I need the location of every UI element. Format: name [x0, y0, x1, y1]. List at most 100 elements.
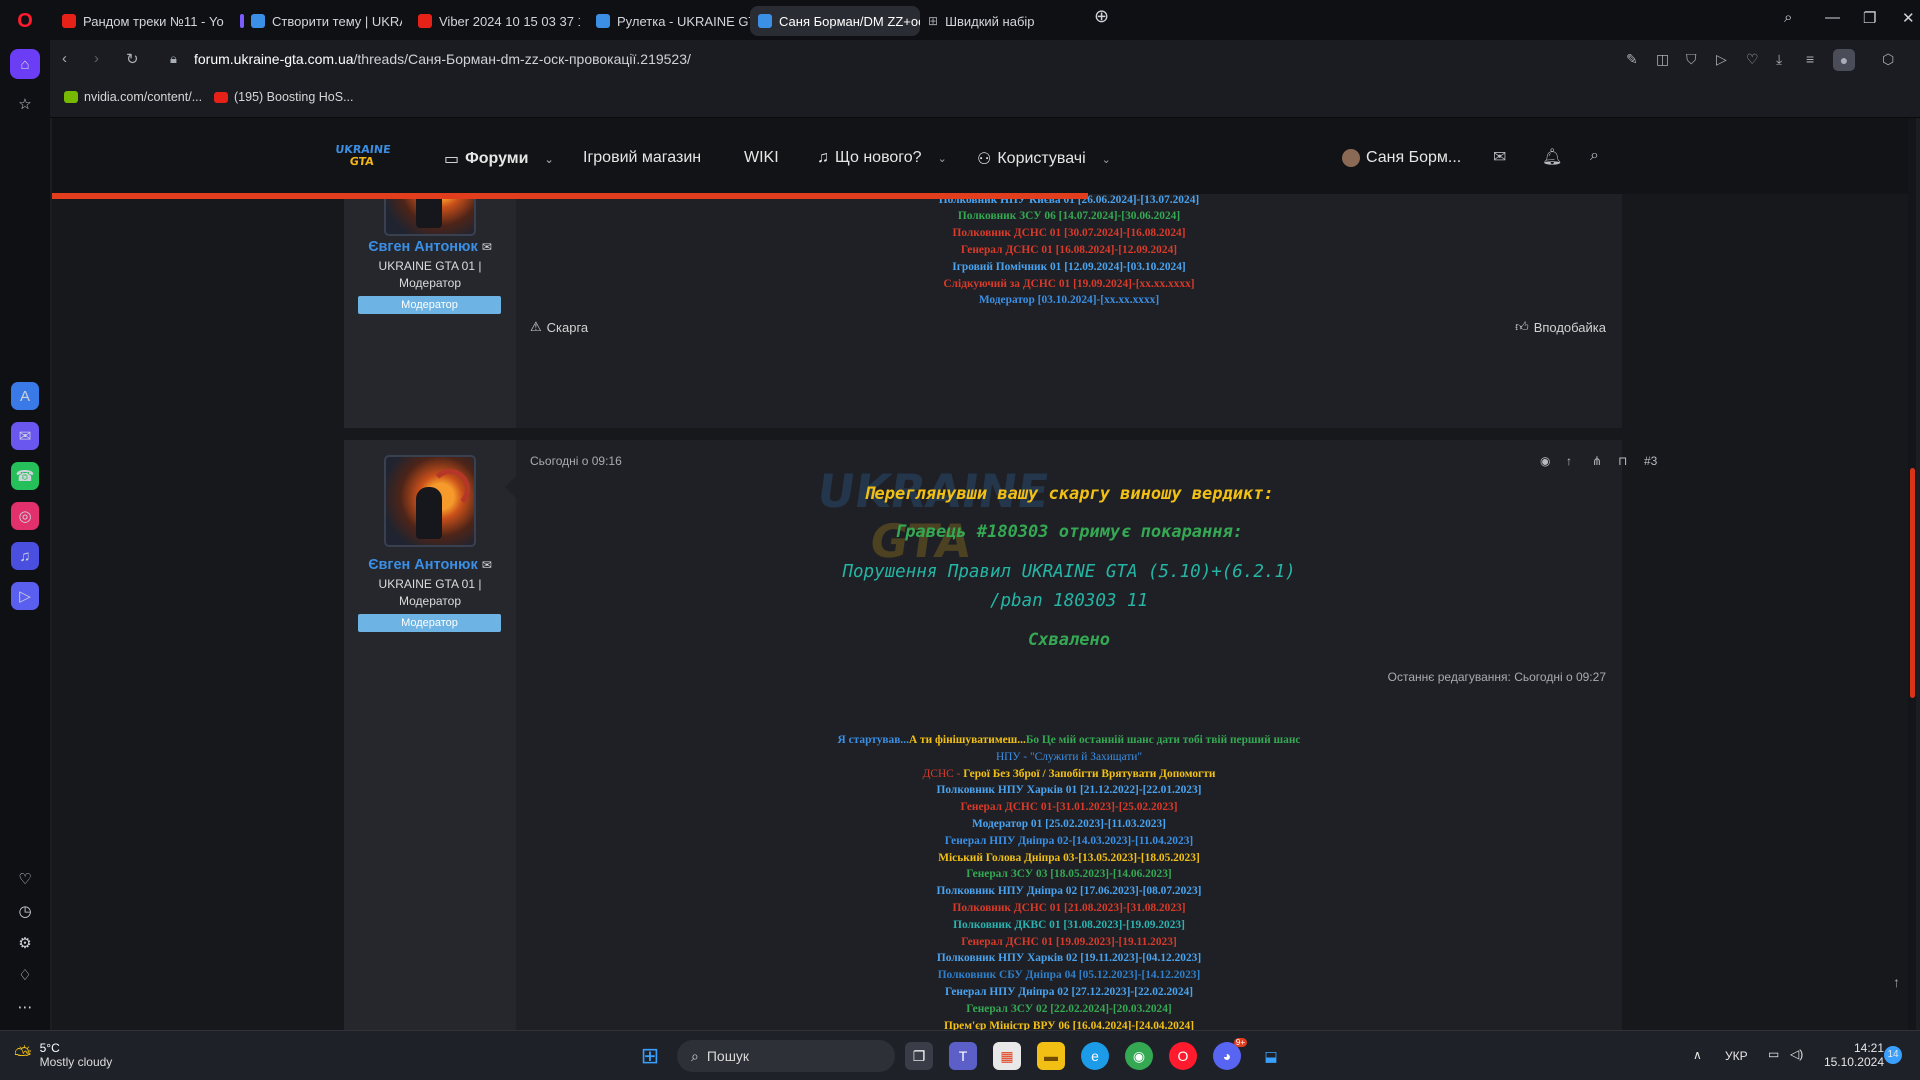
verdict-line-1: Переглянувши вашу скаргу виношу вердикт:	[864, 484, 1274, 504]
signature-line: Слідкуючий за ДСНС 01 [19.09.2024]-[xx.x…	[943, 277, 1195, 290]
extensions-icon[interactable]: ⬡	[1882, 51, 1894, 68]
search-label: Пошук	[706, 1048, 750, 1064]
store-icon[interactable]: ▦	[993, 1042, 1021, 1070]
language-indicator[interactable]: УКР	[1725, 1049, 1748, 1063]
signature-ranks: Полковник НПУ Харків 01 [21.12.2022]-[22…	[530, 782, 1608, 1030]
opera-logo-icon[interactable]: O	[10, 6, 40, 36]
tab-5-active[interactable]: Саня Борман/DM ZZ+оск	[750, 6, 920, 36]
username[interactable]: Євген Антонюк	[368, 239, 478, 255]
lock-icon[interactable]: 🔒︎	[170, 51, 177, 67]
messenger-icon[interactable]: ✉	[11, 422, 39, 450]
message-icon[interactable]: ✉	[482, 240, 492, 254]
tab-6[interactable]: ⊞ Швидкий набір	[920, 6, 1070, 36]
chevron-down-icon[interactable]: ⌄	[1102, 153, 1111, 166]
arrow-up-icon[interactable]: ↑	[1566, 454, 1572, 468]
tab-4[interactable]: Рулетка - UKRAINE GTA	[588, 6, 758, 36]
search-icon[interactable]: ⌕	[1590, 147, 1599, 165]
camera-icon[interactable]: ◫	[1656, 51, 1669, 68]
download-icon[interactable]: ⤓	[1776, 51, 1782, 68]
message-icon[interactable]: ✉	[482, 558, 492, 572]
inbox-icon[interactable]: ✉	[1493, 147, 1506, 167]
teams-icon[interactable]: T	[949, 1042, 977, 1070]
report-link[interactable]: ⚠ Скарга	[530, 319, 588, 335]
bookmark-label: (195) Boosting HoS...	[234, 90, 354, 104]
new-tab-icon[interactable]: ⊕	[1094, 6, 1109, 27]
music-player-icon[interactable]: ♫	[11, 542, 39, 570]
whatsapp-icon[interactable]: ☎	[11, 462, 39, 490]
tips-icon[interactable]: ♢	[10, 960, 40, 990]
scrollbar[interactable]	[1908, 118, 1916, 1030]
task-view-icon[interactable]: ❐	[905, 1042, 933, 1070]
tab-2[interactable]: Створити тему | UKRAINE	[232, 6, 402, 36]
play-icon[interactable]: ▷	[1716, 51, 1727, 68]
settings-icon[interactable]: ⚙	[10, 928, 40, 958]
more-icon[interactable]: ⋯	[10, 992, 40, 1022]
notification-count[interactable]: 14	[1884, 1046, 1902, 1064]
profile-icon[interactable]: ●	[1833, 49, 1855, 71]
chevron-down-icon[interactable]: ⌄	[938, 152, 947, 165]
chevron-down-icon[interactable]: ⌄	[544, 153, 553, 166]
edge-icon[interactable]: e	[1081, 1042, 1109, 1070]
scroll-top-icon[interactable]: ↑	[1893, 974, 1900, 990]
nav-forums[interactable]: ▭ Форуми ⌄	[444, 149, 554, 169]
account-menu[interactable]: Саня Борм...	[1342, 149, 1461, 167]
edit-icon[interactable]: ✎	[1626, 51, 1638, 68]
url-path: /threads/Саня-Борман-dm-zz-оск-провокаці…	[353, 51, 691, 67]
username-line[interactable]: Євген Антонюк ✉	[344, 239, 516, 255]
home-icon[interactable]: ⌂	[10, 49, 40, 79]
like-button[interactable]: 👍︎ Вподобайка	[1515, 319, 1606, 335]
windows-start-icon[interactable]: ⊞	[636, 1042, 664, 1070]
tray-chevron-icon[interactable]: ∧	[1693, 1048, 1702, 1062]
network-icon[interactable]: ▭	[1768, 1047, 1779, 1061]
url-field[interactable]: forum.ukraine-gta.com.ua/threads/Саня-Бо…	[194, 51, 691, 67]
weather-widget[interactable]: ⛅︎ 5°C Mostly cloudy	[14, 1041, 112, 1069]
reload-icon[interactable]: ↻	[126, 50, 139, 68]
tab-3[interactable]: Viber 2024 10 15 03 37 14	[410, 6, 580, 36]
reaction-icon[interactable]: ◉	[1540, 454, 1550, 468]
file-explorer-icon[interactable]: ▬	[1037, 1042, 1065, 1070]
discord-icon[interactable]: ◕ 9+	[1213, 1038, 1247, 1070]
forward-icon[interactable]: ›	[94, 50, 99, 67]
signature-dsns: ДСНС - Герої Без Зброї / Запобігти Вряту…	[530, 766, 1608, 783]
nav-wiki[interactable]: WIKI	[744, 149, 779, 167]
player-icon[interactable]: ▷	[11, 582, 39, 610]
minimize-icon[interactable]: —	[1825, 9, 1840, 26]
share-icon[interactable]: ⋔	[1592, 454, 1602, 468]
avatar[interactable]	[384, 455, 476, 547]
instagram-icon[interactable]: ◎	[11, 502, 39, 530]
tab-1[interactable]: Рандом треки №11 - You	[54, 6, 224, 36]
bookmark-nvidia[interactable]: nvidia.com/content/...	[64, 90, 202, 104]
alerts-bell-icon[interactable]: 🔔︎	[1542, 147, 1562, 167]
site-logo[interactable]: UKRAINE GTA	[330, 143, 393, 174]
signature-line: Полковник НПУ Харків 01 [21.12.2022]-[22…	[936, 784, 1202, 797]
heart-icon[interactable]: ♡	[1746, 51, 1759, 68]
heart-icon[interactable]: ♡	[10, 864, 40, 894]
back-icon[interactable]: ‹	[62, 50, 67, 67]
user-badge: Модератор	[358, 296, 501, 314]
username-line[interactable]: Євген Антонюк ✉	[344, 557, 516, 573]
nav-users[interactable]: ⚇ Користувачі ⌄	[977, 149, 1111, 169]
restore-icon[interactable]: ❐	[1863, 9, 1876, 27]
search-tabs-icon[interactable]: ⌕	[1784, 9, 1792, 26]
shield-icon[interactable]: ⛉	[1686, 51, 1697, 68]
app-icon[interactable]: ⬓	[1257, 1042, 1285, 1070]
bookmark-youtube[interactable]: (195) Boosting HoS...	[214, 90, 354, 104]
close-icon[interactable]: ✕	[1902, 9, 1915, 27]
arrow-divider	[502, 476, 516, 498]
nav-whats-new[interactable]: ♫ Що нового? ⌄	[817, 149, 947, 167]
nav-shop[interactable]: Ігровий магазин	[583, 149, 701, 167]
clock[interactable]: 14:21 15.10.2024	[1822, 1041, 1884, 1069]
menu-icon[interactable]: ≡	[1806, 51, 1814, 67]
history-icon[interactable]: ◷	[10, 896, 40, 926]
taskbar-search[interactable]: ⌕ Пошук	[677, 1040, 895, 1072]
opera-icon[interactable]: O	[1169, 1042, 1197, 1070]
star-icon[interactable]: ☆	[10, 89, 40, 119]
chrome-icon[interactable]: ◉	[1125, 1042, 1153, 1070]
volume-icon[interactable]: ◁)	[1790, 1047, 1803, 1061]
post-date[interactable]: Сьогодні о 09:16	[530, 454, 622, 468]
bookmark-icon[interactable]: ⊓	[1618, 454, 1627, 468]
username[interactable]: Євген Антонюк	[368, 557, 478, 573]
aria-icon[interactable]: A	[11, 382, 39, 410]
post-number[interactable]: #3	[1644, 454, 1657, 468]
scrollbar-thumb[interactable]	[1910, 468, 1915, 698]
